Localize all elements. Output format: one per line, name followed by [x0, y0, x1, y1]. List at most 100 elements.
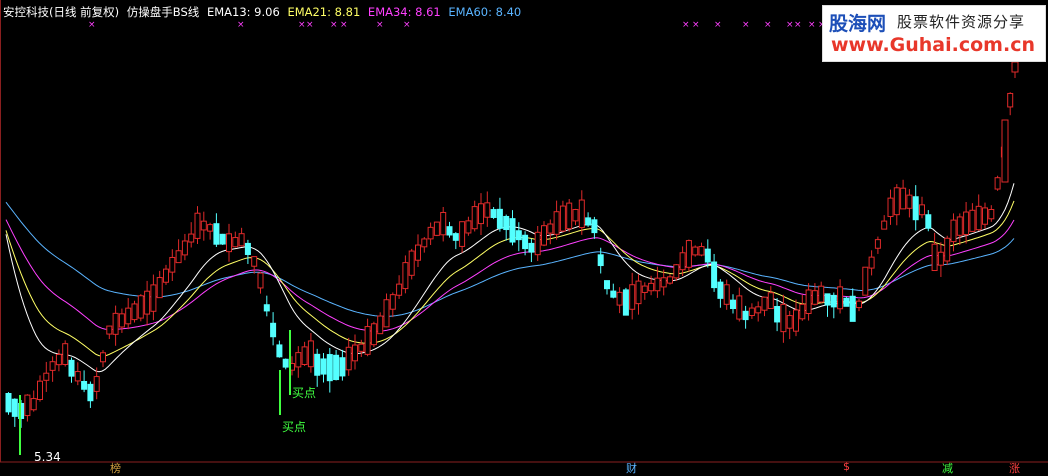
candle-body	[446, 226, 453, 236]
candle-body	[1001, 119, 1009, 183]
candle-body	[383, 299, 390, 328]
candle-body	[131, 303, 138, 321]
candle-body	[370, 323, 377, 346]
candle-body	[578, 199, 585, 229]
candle-body	[440, 211, 447, 236]
sell-cross-marker: ×	[714, 20, 722, 30]
candle-body	[352, 344, 358, 362]
candle-body	[950, 219, 957, 243]
ema34-value: EMA34: 8.61	[367, 5, 441, 19]
candle-body	[433, 221, 440, 236]
candle-body	[232, 237, 239, 248]
candle-body	[377, 315, 384, 335]
buy-point-label-1: 买点	[292, 386, 317, 400]
candle-body	[200, 220, 207, 231]
candle-body	[282, 358, 289, 368]
candle-body	[843, 297, 850, 307]
candle-body	[74, 371, 81, 382]
candle-body	[1007, 92, 1014, 108]
candle-body	[774, 305, 781, 323]
candle-body	[912, 196, 919, 221]
candle-body	[887, 197, 894, 218]
candle-body	[81, 380, 88, 390]
candle-body	[679, 252, 686, 271]
candle-body	[604, 280, 610, 290]
candle-body	[635, 280, 642, 305]
candle-body	[452, 233, 459, 241]
candle-body	[238, 233, 245, 247]
candle-body	[698, 246, 705, 256]
candle-body	[314, 353, 321, 376]
sell-cross-marker: ×	[786, 20, 794, 30]
watermark-banner: 股海网 股票软件资源分享 www.Guhai.com.cn	[822, 5, 1046, 62]
candle-body	[333, 354, 340, 381]
marker-cai: 财	[626, 462, 637, 475]
candle-body	[566, 202, 573, 230]
candle-body	[830, 294, 837, 308]
candle-body	[944, 237, 951, 262]
candle-body	[748, 307, 755, 317]
candlesticks	[5, 55, 1019, 428]
candle-body	[717, 281, 724, 299]
candle-body	[251, 256, 258, 267]
candle-body	[226, 233, 232, 253]
candle-body	[811, 290, 818, 305]
candle-body	[982, 207, 988, 225]
candle-body	[181, 240, 188, 256]
candle-body	[553, 211, 560, 235]
candle-body	[541, 225, 547, 246]
sell-cross-marker: ×	[330, 20, 338, 30]
marker-zhang: 涨	[1009, 462, 1020, 475]
candle-body	[673, 264, 680, 279]
candle-body	[276, 344, 283, 358]
ema13-value: EMA13: 9.06	[206, 5, 280, 19]
candle-body	[415, 244, 421, 261]
candle-body	[396, 283, 403, 296]
candle-body	[723, 284, 730, 305]
candle-body	[326, 354, 333, 382]
candle-body	[169, 256, 176, 273]
candle-body	[49, 361, 56, 371]
candle-body	[755, 306, 762, 314]
candle-body	[780, 303, 787, 333]
candle-body	[150, 284, 157, 312]
candle-body	[856, 300, 862, 309]
candle-body	[320, 358, 327, 375]
sell-cross-marker: ×	[306, 20, 314, 30]
candle-body	[522, 234, 529, 250]
candle-body	[459, 221, 466, 247]
candle-body	[528, 242, 535, 253]
candle-body	[711, 261, 718, 289]
indicator-name: 仿操盘手BS线	[126, 5, 200, 19]
candle-body	[824, 293, 831, 306]
candle-body	[263, 304, 270, 312]
candle-body	[937, 251, 944, 266]
chart-grid	[0, 0, 1048, 463]
candle-body	[345, 346, 352, 371]
candle-body	[339, 357, 346, 377]
candle-body	[112, 312, 119, 335]
candle-body	[515, 230, 522, 241]
candle-body	[988, 209, 995, 220]
candle-body	[24, 394, 31, 417]
candle-body	[118, 313, 125, 328]
candle-body	[490, 209, 497, 218]
candle-body	[805, 289, 812, 314]
candle-body	[471, 206, 478, 230]
candle-body	[408, 250, 415, 276]
signal-markers: ×××××××××××××××××	[19, 20, 826, 455]
candle-body	[893, 187, 900, 216]
candle-body	[874, 239, 881, 249]
ema21-value: EMA21: 8.81	[287, 5, 361, 19]
candle-body	[629, 284, 636, 310]
candle-body	[163, 268, 169, 283]
candle-body	[667, 276, 673, 284]
candle-body	[37, 380, 43, 400]
candle-body	[93, 376, 100, 392]
candle-body	[704, 248, 711, 263]
candle-body	[849, 295, 856, 322]
candle-body	[175, 250, 182, 264]
candle-body	[125, 307, 132, 325]
candle-body	[793, 309, 799, 332]
candle-body	[100, 352, 106, 363]
